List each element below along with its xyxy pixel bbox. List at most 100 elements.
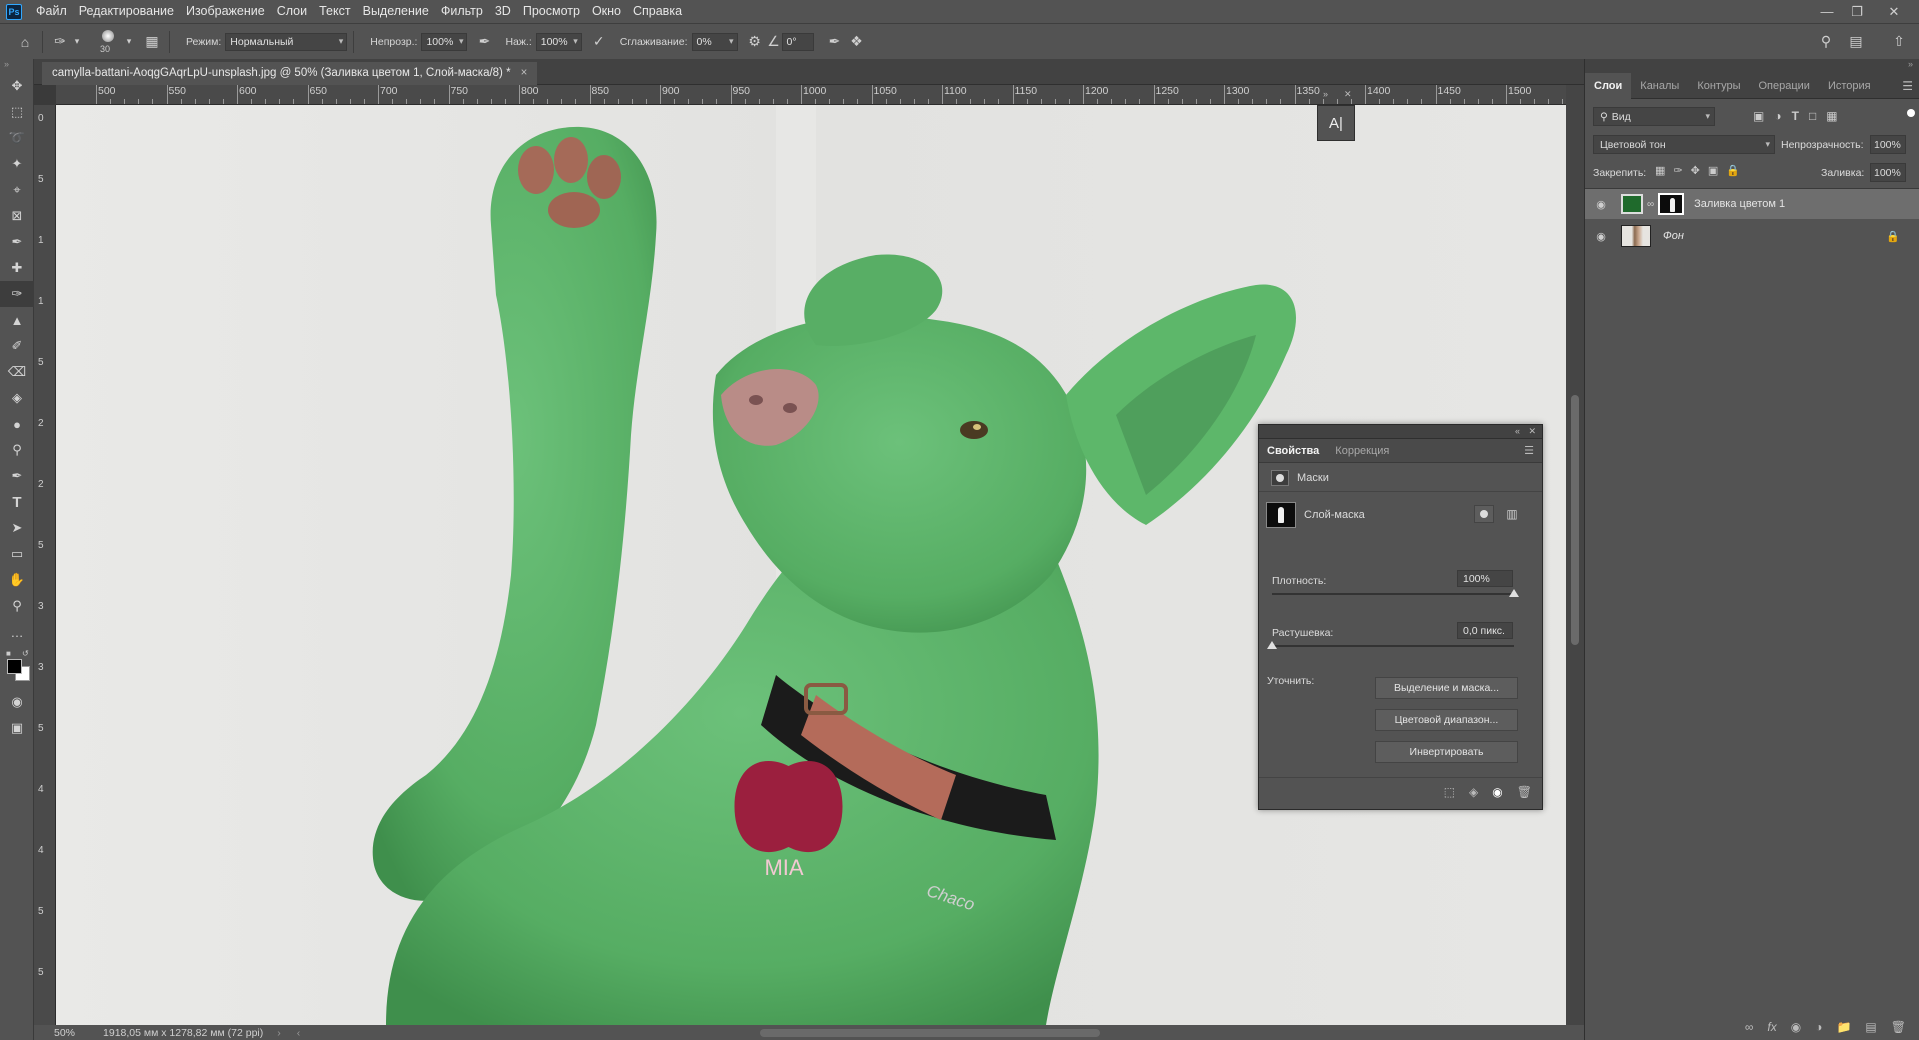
chevron-right-icon[interactable]: › [277,1027,281,1039]
blur-tool-icon[interactable]: ● [0,411,34,437]
mode-select[interactable]: Нормальный ▾ [225,32,348,51]
restore-icon[interactable]: ❐ [1843,0,1871,23]
tab-properties[interactable]: Свойства [1259,445,1327,457]
panel-menu-icon[interactable]: ☰ [1902,79,1913,93]
menu-window[interactable]: Окно [586,0,627,23]
blend-mode-select[interactable]: Цветовой тон ▾ [1593,135,1775,154]
airbrush-icon[interactable]: ✓ [588,31,610,53]
symmetry-icon[interactable]: ❖ [846,31,868,53]
chevron-down-icon[interactable]: ▾ [71,31,83,53]
minimize-icon[interactable]: — [1813,0,1841,23]
menu-help[interactable]: Справка [627,0,688,23]
close-panel-icon[interactable]: ✕ [1344,89,1352,100]
menu-layers[interactable]: Слои [271,0,313,23]
tab-history[interactable]: История [1819,73,1880,99]
load-selection-icon[interactable]: ⬚ [1444,785,1455,799]
brush-size-picker[interactable]: 30 [93,27,123,57]
brush-preset-icon[interactable]: ✑ [49,31,71,53]
horizontal-scroll-thumb[interactable] [760,1029,1100,1037]
vector-mask-button[interactable]: ▥ [1502,505,1522,523]
clone-stamp-tool-icon[interactable]: ▲ [0,307,34,333]
collapse-icon[interactable]: » [0,59,33,73]
zoom-level[interactable]: 50% [54,1027,75,1039]
trash-icon[interactable]: 🗑 [1517,785,1532,799]
pixel-mask-button[interactable] [1474,505,1494,523]
new-layer-icon[interactable]: ▤ [1865,1020,1876,1034]
density-slider-handle[interactable] [1509,589,1519,597]
foreground-color-swatch[interactable] [7,659,22,674]
close-icon[interactable]: ✕ [1528,426,1536,437]
chevron-left-icon[interactable]: ‹ [297,1027,301,1039]
pressure-opacity-icon[interactable]: ✒ [473,31,495,53]
type-tool-icon[interactable]: T [0,489,34,515]
visibility-eye-icon[interactable]: ◉ [1591,198,1611,211]
layer-opacity-field[interactable]: 100% [1870,135,1906,154]
pressure-field[interactable]: 100% ▾ [535,32,582,51]
pressure-size-icon[interactable]: ✒ [824,31,846,53]
collapse-icon[interactable]: « [1515,426,1520,436]
menu-image[interactable]: Изображение [180,0,271,23]
gear-icon[interactable]: ⚙ [744,31,766,53]
lock-pixels-icon[interactable]: ✑ [1673,164,1682,177]
tab-channels[interactable]: Каналы [1631,73,1688,99]
healing-brush-tool-icon[interactable]: ✚ [0,255,34,281]
feather-slider-handle[interactable] [1267,641,1277,649]
marquee-tool-icon[interactable]: ⬚ [0,99,34,125]
lock-transparency-icon[interactable]: ▦ [1655,164,1665,177]
more-tools-icon[interactable]: … [0,619,34,645]
eraser-tool-icon[interactable]: ⌫ [0,359,34,385]
menu-3d[interactable]: 3D [489,0,517,23]
screen-mode-icon[interactable]: ▣ [0,715,34,741]
hand-tool-icon[interactable]: ✋ [0,567,34,593]
swap-colors-icon[interactable]: ↺ [22,649,29,658]
tab-actions[interactable]: Операции [1750,73,1819,99]
paint-bucket-tool-icon[interactable]: ◈ [0,385,34,411]
lasso-tool-icon[interactable]: ➰ [0,125,34,151]
properties-titlebar[interactable]: « ✕ [1259,425,1542,439]
panel-menu-icon[interactable]: ☰ [1524,444,1534,457]
crop-tool-icon[interactable]: ⌖ [0,177,34,203]
quick-select-tool-icon[interactable]: ✦ [0,151,34,177]
eye-icon[interactable]: ◉ [1492,785,1502,799]
history-brush-tool-icon[interactable]: ✐ [0,333,34,359]
move-tool-icon[interactable]: ✥ [0,73,34,99]
menu-file[interactable]: Файл [30,0,73,23]
chevron-down-icon[interactable]: ▾ [123,31,135,53]
home-icon[interactable]: ⌂ [14,31,36,53]
document-tab[interactable]: camylla-battani-AoqgGAqrLpU-unsplash.jpg… [42,62,538,85]
apply-mask-icon[interactable]: ◈ [1469,785,1478,799]
layer-item-color-fill[interactable]: ◉ ∞ Заливка цветом 1 [1585,189,1919,219]
layer-mask-row[interactable]: Слой-маска ▥ [1259,495,1542,535]
select-and-mask-button[interactable]: Выделение и маска... [1375,677,1518,699]
menu-view[interactable]: Просмотр [517,0,586,23]
menu-filter[interactable]: Фильтр [435,0,489,23]
quick-mask-icon[interactable]: ◉ [0,689,34,715]
menu-select[interactable]: Выделение [357,0,435,23]
link-layers-icon[interactable]: ∞ [1745,1020,1754,1034]
smoothing-field[interactable]: 0% ▾ [691,32,738,51]
filter-smart-object-icon[interactable]: ▦ [1826,109,1837,123]
filter-shape-icon[interactable]: □ [1809,109,1816,123]
zoom-tool-icon[interactable]: ⚲ [0,593,34,619]
filter-adjustment-icon[interactable]: ◑ [1774,109,1781,123]
menu-edit[interactable]: Редактирование [73,0,180,23]
density-field[interactable]: 100% [1457,570,1513,587]
fx-icon[interactable]: fx [1767,1020,1776,1034]
density-slider-track[interactable] [1272,593,1514,595]
color-swatches[interactable]: ■ ↺ [0,645,33,689]
rectangle-tool-icon[interactable]: ▭ [0,541,34,567]
expand-panel-icon[interactable]: » [1323,89,1328,99]
brush-settings-icon[interactable]: ▦ [141,31,163,53]
close-window-icon[interactable]: ✕ [1880,0,1908,23]
menu-type[interactable]: Текст [313,0,356,23]
tab-paths[interactable]: Контуры [1688,73,1749,99]
close-tab-icon[interactable]: × [521,67,528,79]
opacity-field[interactable]: 100% ▾ [421,32,468,51]
tab-layers[interactable]: Слои [1585,72,1632,99]
fill-field[interactable]: 100% [1870,163,1906,182]
lock-position-icon[interactable]: ✥ [1691,164,1700,177]
dodge-tool-icon[interactable]: ⚲ [0,437,34,463]
layer-mask-thumbnail[interactable] [1658,193,1685,215]
link-icon[interactable]: ∞ [1647,199,1654,210]
brush-tool-icon[interactable]: ✑ [0,281,34,307]
